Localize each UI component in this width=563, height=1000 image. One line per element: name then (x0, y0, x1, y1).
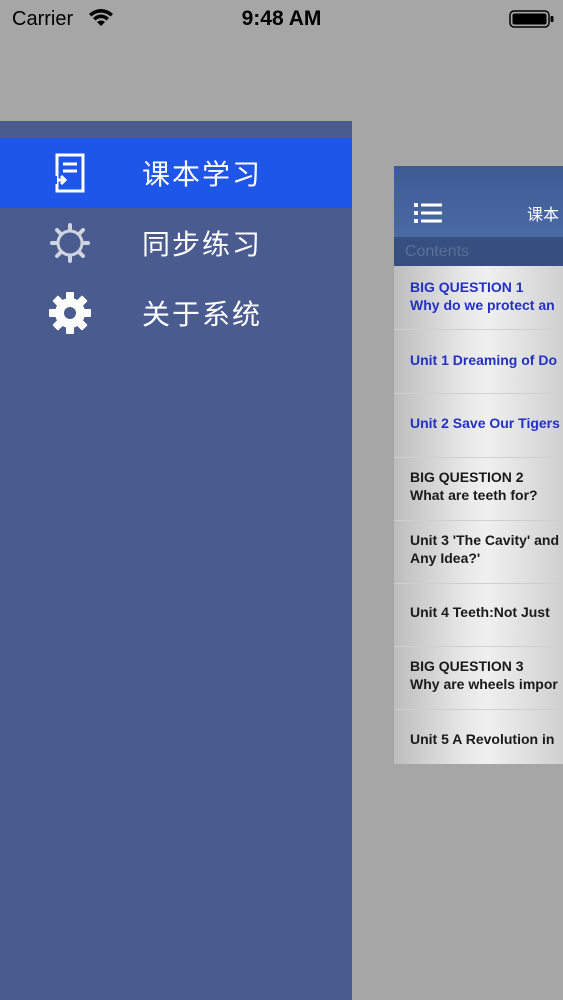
main-content-panel[interactable]: 课本 Contents BIG QUESTION 1 Why do we pro… (394, 166, 563, 764)
navigation-bar: 课本 (394, 166, 563, 237)
list-item[interactable]: Unit 5 A Revolution in (394, 710, 563, 764)
list-item-title: Unit 1 Dreaming of Do (410, 352, 558, 368)
status-bar: Carrier 9:48 AM (0, 0, 563, 40)
menu-item-about[interactable]: 关于系统 (0, 278, 352, 348)
list-item[interactable]: BIG QUESTION 3 Why are wheels impor (394, 647, 563, 710)
list-item-subtitle: What are teeth for? (410, 487, 538, 503)
menu-item-textbook[interactable]: 课本学习 (0, 138, 352, 208)
list-item[interactable]: Unit 2 Save Our Tigers (394, 394, 563, 458)
menu-item-label: 关于系统 (142, 298, 263, 331)
list-item-title: BIG QUESTION 2 (410, 469, 524, 485)
list-item-title: Unit 5 A Revolution in (410, 731, 555, 747)
list-item-subtitle: Any Idea?' (410, 550, 481, 566)
list-menu-icon[interactable] (414, 202, 442, 224)
gear-outline-icon (48, 221, 92, 265)
list-item[interactable]: Unit 1 Dreaming of Do (394, 330, 563, 394)
list-item-subtitle: Why are wheels impor (410, 676, 558, 692)
status-time: 9:48 AM (241, 7, 322, 30)
gear-icon (48, 291, 92, 335)
menu-item-practice[interactable]: 同步练习 (0, 208, 352, 278)
list-item-title: BIG QUESTION 3 (410, 658, 524, 674)
battery-icon (509, 10, 554, 28)
list-item-title: Unit 3 'The Cavity' and (410, 532, 560, 548)
menu-item-label: 同步练习 (142, 228, 263, 261)
list-item-title: Unit 4 Teeth:Not Just (410, 604, 550, 620)
nav-title: 课本 (527, 205, 560, 224)
list-item[interactable]: BIG QUESTION 1 Why do we protect an (394, 266, 563, 330)
menu-item-label: 课本学习 (142, 158, 263, 191)
side-menu: 课本学习 同步练习 关于系统 (0, 121, 352, 1000)
list-item-subtitle: Why do we protect an (410, 297, 555, 313)
list-item-title: Unit 2 Save Our Tigers (410, 415, 560, 431)
list-item-title: BIG QUESTION 1 (410, 279, 524, 295)
textbook-icon (48, 151, 92, 195)
list-item[interactable]: BIG QUESTION 2 What are teeth for? (394, 458, 563, 521)
list-item[interactable]: Unit 4 Teeth:Not Just (394, 584, 563, 647)
section-header: Contents (394, 237, 563, 266)
section-header-label: Contents (405, 243, 470, 260)
list-item[interactable]: Unit 3 'The Cavity' and Any Idea?' (394, 521, 563, 584)
